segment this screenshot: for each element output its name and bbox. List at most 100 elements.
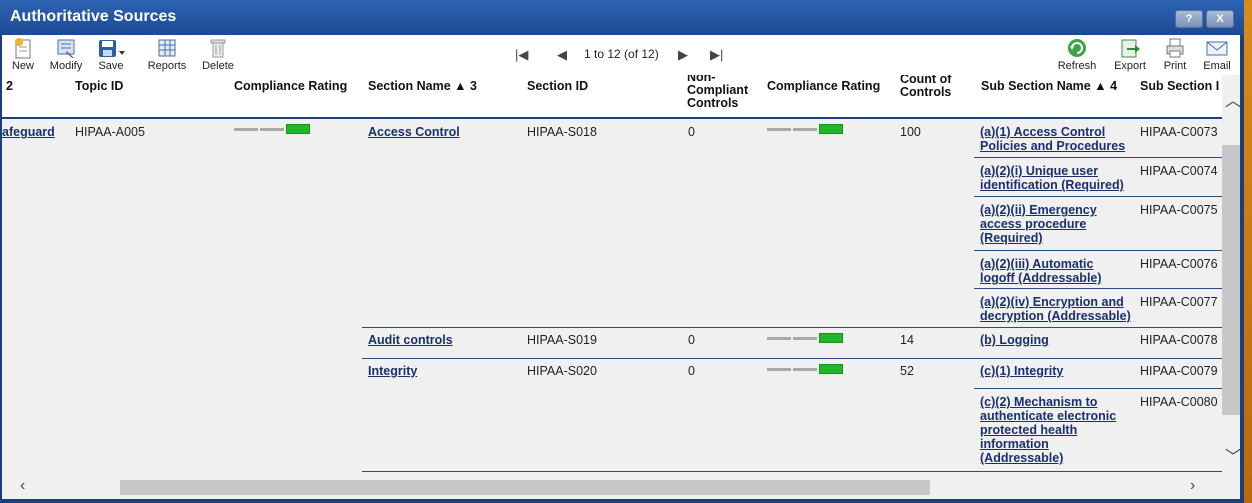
vertical-scrollbar[interactable]: ︿ ﹀ [1222,75,1241,475]
column-header-sub-section-id[interactable]: Sub Section I [1140,80,1219,93]
section-id: HIPAA-S018 [527,125,597,139]
scroll-right-icon[interactable]: › [1190,477,1195,495]
sub-section-line: protected health [980,423,1078,437]
export-label: Export [1114,60,1146,72]
modify-label: Modify [49,60,83,72]
row-divider [362,471,1222,472]
sub-section-line: (c)(1) Integrity [980,364,1064,378]
modify-form-icon [57,39,75,58]
topic-name-link[interactable]: afeguard [2,125,55,139]
sub-section-link[interactable]: (c)(2) Mechanism to authenticate electro… [980,395,1116,465]
section-name-link[interactable]: Audit controls [368,333,453,347]
print-label: Print [1163,60,1187,72]
row-divider [974,388,1222,389]
last-page-icon[interactable]: ▶| [710,47,723,63]
sub-section-line: (b) Logging [980,333,1049,347]
control-count: 52 [900,364,914,378]
scroll-left-icon[interactable]: ‹ [20,477,25,495]
refresh-icon [1068,39,1086,57]
trash-icon [210,39,226,58]
refresh-button[interactable]: Refresh [1056,37,1098,72]
email-label: Email [1203,60,1231,72]
horizontal-scrollbar[interactable]: ‹ › [2,475,1240,499]
topic-compliance-rating [234,124,310,134]
save-label: Save [98,60,124,72]
horizontal-scroll-thumb[interactable] [120,480,930,495]
save-button[interactable]: Save [96,37,126,72]
control-count: 100 [900,125,921,139]
email-button[interactable]: Email [1200,37,1234,72]
sub-section-id: HIPAA-C0079 [1140,364,1218,378]
section-compliance-rating [767,124,843,134]
title-bar: Authoritative Sources ? X [0,0,1244,35]
new-button[interactable]: New [10,37,36,72]
first-page-icon[interactable]: |◀ [515,47,528,63]
reports-grid-icon [158,39,176,57]
column-header-compliance-rating-2[interactable]: Compliance Rating [767,80,880,93]
delete-button[interactable]: Delete [200,37,236,72]
export-icon [1121,39,1140,58]
row-divider [974,157,1222,158]
section-compliance-rating [767,364,843,374]
next-page-icon[interactable]: ▶ [678,47,688,63]
sub-section-link[interactable]: (a)(2)(ii) Emergency access procedure (R… [980,203,1097,245]
delete-label: Delete [202,60,234,72]
new-label: New [11,60,34,72]
close-button[interactable]: X [1206,10,1234,28]
grid-header: 2 Topic ID Compliance Rating Section Nam… [2,75,1222,119]
row-divider [362,327,1222,328]
sub-section-line: (Addressable) [980,451,1064,465]
sub-section-line: identification (Required) [980,178,1124,192]
sub-section-line: (a)(1) Access Control [980,125,1106,139]
section-id: HIPAA-S019 [527,333,597,347]
row-divider [974,196,1222,197]
column-header-compliance-rating[interactable]: Compliance Rating [234,80,347,93]
column-header-topic-id[interactable]: Topic ID [75,80,123,93]
sub-section-id: HIPAA-C0073 [1140,125,1218,139]
reports-button[interactable]: Reports [145,37,189,72]
sub-section-line: (a)(2)(ii) Emergency [980,203,1097,217]
column-header-sub-section-name[interactable]: Sub Section Name ▲ 4 [981,80,1117,93]
sub-section-link[interactable]: (b) Logging [980,333,1049,347]
column-header-2[interactable]: 2 [6,80,13,93]
sub-section-id: HIPAA-C0074 [1140,164,1218,178]
sub-section-link[interactable]: (c)(1) Integrity [980,364,1063,378]
help-button[interactable]: ? [1175,10,1203,28]
export-button[interactable]: Export [1112,37,1148,72]
modify-button[interactable]: Modify [48,37,84,72]
print-button[interactable]: Print [1160,37,1190,72]
sub-section-id: HIPAA-C0075 [1140,203,1218,217]
sub-section-line: (c)(2) Mechanism to [980,395,1098,409]
column-header-noncompliant-controls[interactable]: Non- Compliant Controls [687,75,748,110]
sub-section-line: access procedure [980,217,1087,231]
background-strip [1244,0,1252,503]
sub-section-link[interactable]: (a)(2)(iii) Automatic logoff (Addressabl… [980,257,1102,285]
column-header-count-of-controls[interactable]: Count of Controls [900,75,951,99]
section-name-link[interactable]: Access Control [368,125,460,139]
vertical-scroll-thumb[interactable] [1222,145,1240,415]
save-disk-icon [99,40,125,57]
sub-section-id: HIPAA-C0078 [1140,333,1218,347]
printer-icon [1166,38,1184,58]
scroll-down-icon[interactable]: ﹀ [1225,443,1241,467]
new-document-icon [15,38,31,59]
column-header-section-id[interactable]: Section ID [527,80,588,93]
sub-section-line: (a)(2)(i) Unique user [980,164,1099,178]
control-count: 14 [900,333,914,347]
noncompliant-count: 0 [688,364,695,378]
refresh-label: Refresh [1057,60,1097,72]
sub-section-id: HIPAA-C0077 [1140,295,1218,309]
sub-section-link[interactable]: (a)(2)(iv) Encryption and decryption (Ad… [980,295,1131,323]
section-name-link[interactable]: Integrity [368,364,417,378]
sub-section-line: decryption (Addressable) [980,309,1131,323]
previous-page-icon[interactable]: ◀ [557,47,567,63]
sub-section-link[interactable]: (a)(1) Access Control Policies and Proce… [980,125,1125,153]
sub-section-link[interactable]: (a)(2)(i) Unique user identification (Re… [980,164,1124,192]
section-compliance-rating [767,333,843,343]
sub-section-line: (a)(2)(iv) Encryption and [980,295,1124,309]
scroll-up-icon[interactable]: ︿ [1225,87,1241,111]
pager-text: 1 to 12 (of 12) [584,47,659,61]
sub-section-id: HIPAA-C0076 [1140,257,1218,271]
noncompliant-count: 0 [688,125,695,139]
column-header-section-name[interactable]: Section Name ▲ 3 [368,80,477,93]
